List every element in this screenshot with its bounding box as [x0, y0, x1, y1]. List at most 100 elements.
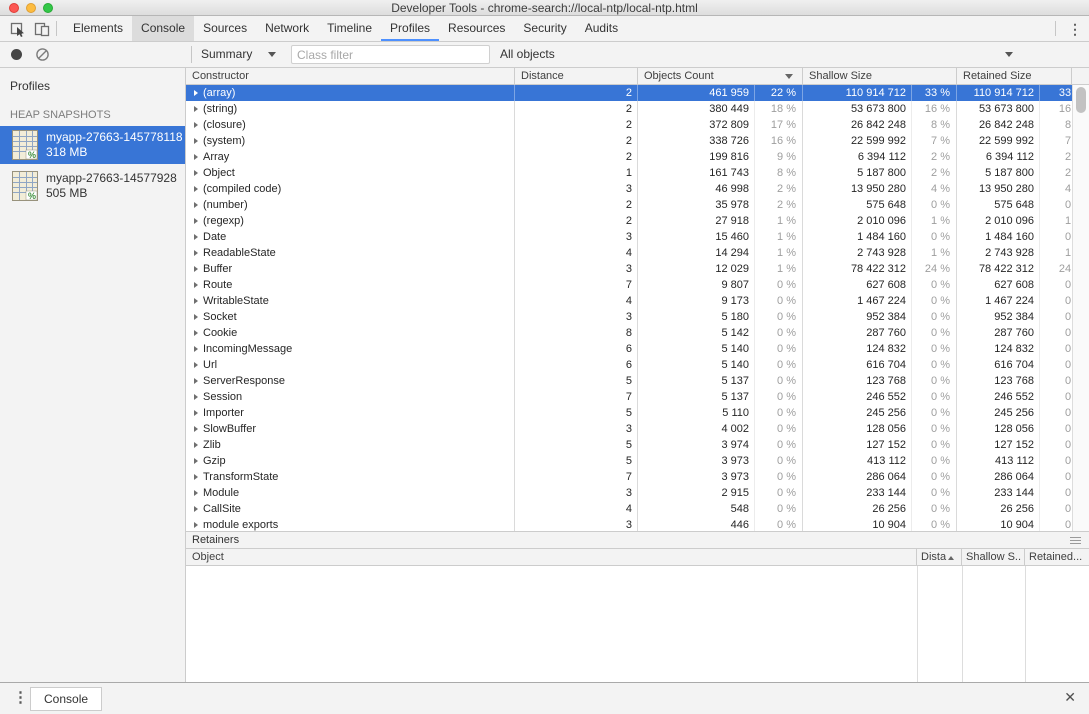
table-row[interactable]: Zlib53 9740 %127 1520 %127 1520 %: [186, 437, 1072, 453]
vertical-scrollbar[interactable]: [1072, 85, 1089, 531]
table-row[interactable]: Route79 8070 %627 6080 %627 6080 %: [186, 277, 1072, 293]
inspect-element-icon[interactable]: [10, 21, 26, 37]
table-row[interactable]: WritableState49 1730 %1 467 2240 %1 467 …: [186, 293, 1072, 309]
column-header-shallow-size[interactable]: Shallow Size: [803, 68, 957, 84]
table-row[interactable]: TransformState73 9730 %286 0640 %286 064…: [186, 469, 1072, 485]
traffic-light-zoom-button[interactable]: [43, 3, 53, 13]
expand-arrow-icon[interactable]: [194, 426, 198, 432]
table-row[interactable]: (string)2380 44918 %53 673 80016 %53 673…: [186, 101, 1072, 117]
tab-security[interactable]: Security: [514, 16, 575, 41]
cell-retained-size: 952 384: [957, 309, 1040, 325]
expand-arrow-icon[interactable]: [194, 330, 198, 336]
tab-network[interactable]: Network: [256, 16, 318, 41]
table-row[interactable]: IncomingMessage65 1400 %124 8320 %124 83…: [186, 341, 1072, 357]
expand-arrow-icon[interactable]: [194, 506, 198, 512]
retainers-menu-icon[interactable]: [1070, 537, 1081, 546]
table-row[interactable]: (system)2338 72616 %22 599 9927 %22 599 …: [186, 133, 1072, 149]
tab-console[interactable]: Console: [132, 16, 194, 41]
retainers-column-object[interactable]: Object: [186, 549, 917, 565]
heap-snapshot-item[interactable]: % myapp-27663-145778118318 MB: [0, 126, 185, 164]
expand-arrow-icon[interactable]: [194, 186, 198, 192]
expand-arrow-icon[interactable]: [194, 266, 198, 272]
table-row[interactable]: (number)235 9782 %575 6480 %575 6480 %: [186, 197, 1072, 213]
expand-arrow-icon[interactable]: [194, 282, 198, 288]
drawer-menu-icon[interactable]: ⋮: [13, 688, 28, 706]
expand-arrow-icon[interactable]: [194, 218, 198, 224]
drawer-close-icon[interactable]: ✕: [1064, 689, 1076, 706]
table-row[interactable]: (compiled code)346 9982 %13 950 2804 %13…: [186, 181, 1072, 197]
record-heap-button[interactable]: [11, 49, 22, 60]
cell-retained-size-percent: 0 %: [1040, 453, 1072, 469]
table-row[interactable]: ServerResponse55 1370 %123 7680 %123 768…: [186, 373, 1072, 389]
expand-arrow-icon[interactable]: [194, 298, 198, 304]
chevron-down-icon[interactable]: [1005, 52, 1013, 57]
expand-arrow-icon[interactable]: [194, 410, 198, 416]
retainers-column-shallow[interactable]: Shallow S..: [962, 549, 1025, 565]
table-row[interactable]: Session75 1370 %246 5520 %246 5520 %: [186, 389, 1072, 405]
scrollbar-thumb[interactable]: [1076, 87, 1086, 113]
expand-arrow-icon[interactable]: [194, 170, 198, 176]
table-row[interactable]: Array2199 8169 %6 394 1122 %6 394 1122 %: [186, 149, 1072, 165]
cell-retained-size: 78 422 312: [957, 261, 1040, 277]
view-mode-select[interactable]: Summary: [201, 42, 252, 67]
expand-arrow-icon[interactable]: [194, 458, 198, 464]
expand-arrow-icon[interactable]: [194, 234, 198, 240]
expand-arrow-icon[interactable]: [194, 106, 198, 112]
expand-arrow-icon[interactable]: [194, 522, 198, 528]
table-row[interactable]: Object1161 7438 %5 187 8002 %5 187 8002 …: [186, 165, 1072, 181]
table-row[interactable]: Date315 4601 %1 484 1600 %1 484 1600 %: [186, 229, 1072, 245]
column-header-distance[interactable]: Distance: [515, 68, 638, 84]
table-row[interactable]: module exports34460 %10 9040 %10 9040 %: [186, 517, 1072, 531]
heap-snapshot-item[interactable]: % myapp-27663-14577928505 MB: [0, 167, 185, 205]
table-row[interactable]: Module32 9150 %233 1440 %233 1440 %: [186, 485, 1072, 501]
traffic-light-minimize-button[interactable]: [26, 3, 36, 13]
table-row[interactable]: Cookie85 1420 %287 7600 %287 7600 %: [186, 325, 1072, 341]
table-row[interactable]: Buffer312 0291 %78 422 31224 %78 422 312…: [186, 261, 1072, 277]
expand-arrow-icon[interactable]: [194, 378, 198, 384]
table-row[interactable]: Gzip53 9730 %413 1120 %413 1120 %: [186, 453, 1072, 469]
expand-arrow-icon[interactable]: [194, 314, 198, 320]
tab-sources[interactable]: Sources: [194, 16, 256, 41]
expand-arrow-icon[interactable]: [194, 122, 198, 128]
class-filter-input[interactable]: [291, 45, 490, 64]
tab-profiles[interactable]: Profiles: [381, 16, 439, 41]
expand-arrow-icon[interactable]: [194, 442, 198, 448]
tab-timeline[interactable]: Timeline: [318, 16, 381, 41]
expand-arrow-icon[interactable]: [194, 250, 198, 256]
column-header-objects-count[interactable]: Objects Count: [638, 68, 803, 84]
table-row[interactable]: CallSite45480 %26 2560 %26 2560 %: [186, 501, 1072, 517]
sidebar-item-profiles[interactable]: Profiles: [0, 76, 185, 96]
table-row[interactable]: Importer55 1100 %245 2560 %245 2560 %: [186, 405, 1072, 421]
table-row[interactable]: Socket35 1800 %952 3840 %952 3840 %: [186, 309, 1072, 325]
expand-arrow-icon[interactable]: [194, 90, 198, 96]
tab-elements[interactable]: Elements: [64, 16, 132, 41]
drawer-tab-console[interactable]: Console: [30, 687, 102, 711]
column-header-retained-size[interactable]: Retained Size: [957, 68, 1072, 84]
expand-arrow-icon[interactable]: [194, 394, 198, 400]
table-row[interactable]: Url65 1400 %616 7040 %616 7040 %: [186, 357, 1072, 373]
constructor-name: (number): [203, 197, 248, 213]
table-row[interactable]: (array)2461 95922 %110 914 71233 %110 91…: [186, 85, 1072, 101]
tab-audits[interactable]: Audits: [576, 16, 627, 41]
table-row[interactable]: SlowBuffer34 0020 %128 0560 %128 0560 %: [186, 421, 1072, 437]
devtools-menu-icon[interactable]: ⋮: [1068, 19, 1082, 39]
expand-arrow-icon[interactable]: [194, 490, 198, 496]
expand-arrow-icon[interactable]: [194, 362, 198, 368]
expand-arrow-icon[interactable]: [194, 154, 198, 160]
column-header-constructor[interactable]: Constructor: [186, 68, 515, 84]
expand-arrow-icon[interactable]: [194, 138, 198, 144]
table-row[interactable]: (regexp)227 9181 %2 010 0961 %2 010 0961…: [186, 213, 1072, 229]
retainers-column-retained[interactable]: Retained...: [1025, 549, 1089, 565]
object-scope-select[interactable]: All objects: [500, 42, 555, 67]
tab-resources[interactable]: Resources: [439, 16, 514, 41]
clear-profiles-icon[interactable]: [35, 47, 50, 62]
traffic-light-close-button[interactable]: [9, 3, 19, 13]
table-row[interactable]: (closure)2372 80917 %26 842 2488 %26 842…: [186, 117, 1072, 133]
device-toolbar-icon[interactable]: [34, 21, 50, 37]
expand-arrow-icon[interactable]: [194, 474, 198, 480]
expand-arrow-icon[interactable]: [194, 346, 198, 352]
table-row[interactable]: ReadableState414 2941 %2 743 9281 %2 743…: [186, 245, 1072, 261]
chevron-down-icon[interactable]: [268, 52, 276, 57]
expand-arrow-icon[interactable]: [194, 202, 198, 208]
retainers-column-distance[interactable]: Dista: [917, 549, 962, 565]
